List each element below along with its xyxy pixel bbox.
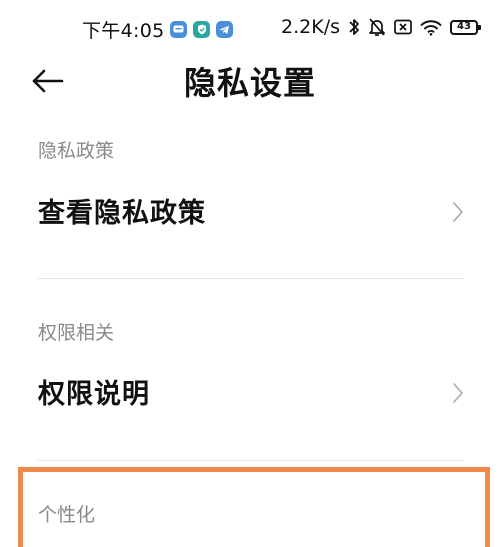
telegram-app-icon (216, 21, 234, 38)
status-bar: 下午4:05 2.2K/s 43 (0, 0, 500, 56)
page-title: 隐私设置 (183, 64, 316, 102)
section-label-permissions: 权限相关 (38, 322, 115, 344)
list-item-label: 权限说明 (38, 379, 150, 410)
wifi-icon (420, 19, 442, 36)
divider (38, 460, 464, 461)
chevron-right-icon (453, 383, 463, 403)
status-right: 2.2K/s 43 (281, 16, 481, 38)
battery-level: 43 (457, 21, 471, 32)
permission-description-item[interactable]: 权限说明 (38, 364, 464, 424)
section-label-privacy-policy: 隐私政策 (38, 140, 115, 162)
message-app-icon (170, 21, 188, 38)
shield-app-icon (193, 21, 211, 38)
chevron-right-icon (453, 202, 463, 222)
section-label-personalization: 个性化 (38, 504, 96, 526)
list-item-label: 查看隐私政策 (38, 198, 206, 229)
status-left: 下午4:05 (82, 16, 234, 43)
view-privacy-policy-item[interactable]: 查看隐私政策 (38, 183, 464, 243)
header: 隐私设置 (0, 56, 500, 106)
divider (38, 278, 464, 279)
bluetooth-icon (349, 19, 359, 35)
status-time: 下午4:05 (82, 20, 165, 42)
network-speed: 2.2K/s (281, 16, 340, 38)
muted-bell-icon (369, 18, 385, 36)
sim-off-icon (394, 19, 412, 35)
battery-icon: 43 (450, 19, 481, 35)
